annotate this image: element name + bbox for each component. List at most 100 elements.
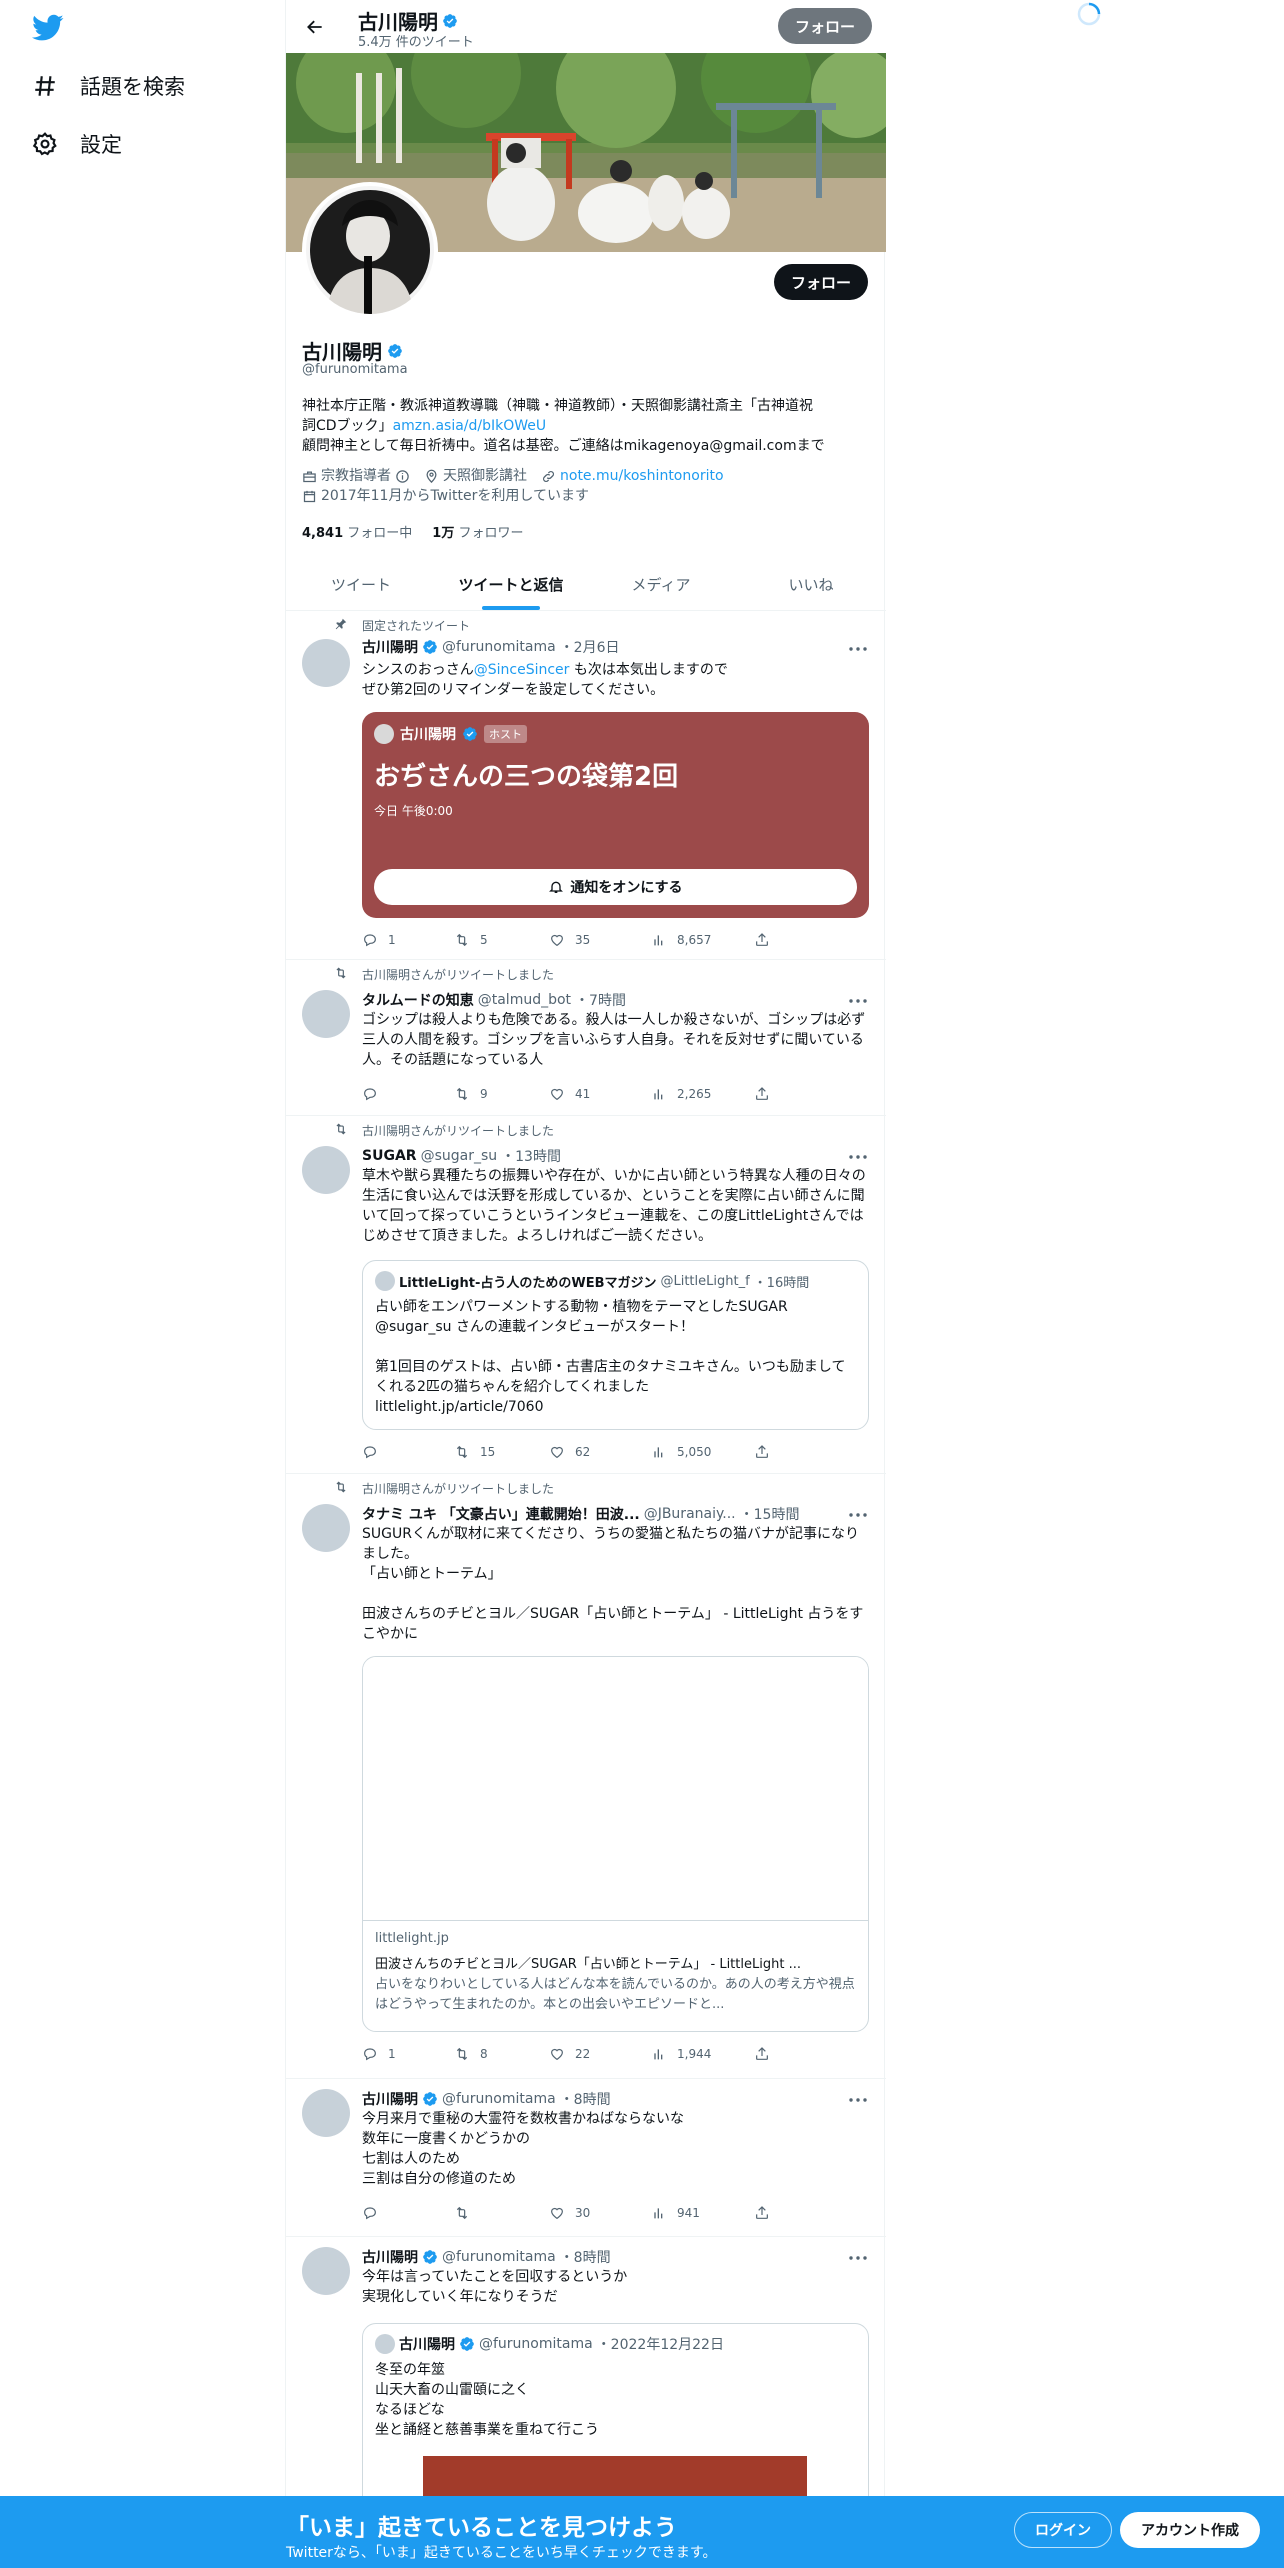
like-button[interactable]: 30 <box>549 2203 590 2223</box>
tweet-time[interactable]: ・8時間 <box>560 2089 611 2109</box>
following-link[interactable]: 4,841 フォロー中 <box>302 522 412 541</box>
reply-button[interactable]: 1 <box>362 930 396 950</box>
tweet-author-handle[interactable]: @talmud_bot <box>478 992 571 1008</box>
login-button[interactable]: ログイン <box>1014 2512 1112 2548</box>
tweet-author-handle[interactable]: @JBuranaiy... <box>644 1506 736 1522</box>
tweet-avatar[interactable] <box>302 990 350 1038</box>
tab-likes[interactable]: いいね <box>736 558 886 610</box>
tweet-avatar[interactable] <box>302 2247 350 2295</box>
share-button[interactable] <box>754 2203 770 2223</box>
share-button[interactable] <box>754 1084 770 1104</box>
like-button[interactable]: 62 <box>549 1442 590 1462</box>
tweet-time[interactable]: ・8時間 <box>560 2247 611 2267</box>
tweet-author-name[interactable]: SUGAR <box>362 1148 417 1164</box>
tweet-avatar[interactable] <box>302 2089 350 2137</box>
share-button[interactable] <box>754 1442 770 1462</box>
tweet-retweet-sugar[interactable]: 古川陽明さんがリツイートしました SUGAR @sugar_su ・13時間 草… <box>286 1116 886 1474</box>
views-button[interactable]: 5,050 <box>651 1442 711 1462</box>
tweet-author-name[interactable]: 古川陽明 <box>362 2247 418 2267</box>
heart-icon <box>549 1086 565 1102</box>
tweet-mention[interactable]: @SinceSincer <box>474 662 570 678</box>
more-options-icon[interactable] <box>848 2097 868 2103</box>
tweet-author-name[interactable]: タルムードの知恵 <box>362 990 474 1010</box>
profile-column: 古川陽明 5.4万 件のツイート フォロー フォロー 古川陽明 @furunom… <box>285 0 886 2568</box>
tweet-time[interactable]: ・7時間 <box>575 990 626 1010</box>
tweet-author-name[interactable]: 古川陽明 <box>362 2089 418 2109</box>
profile-follow-button[interactable]: フォロー <box>774 264 868 300</box>
tweet-author-name[interactable]: 古川陽明 <box>362 637 418 657</box>
tweet-time[interactable]: ・15時間 <box>740 1504 800 1524</box>
more-options-icon[interactable] <box>848 1512 868 1518</box>
bio-link[interactable]: amzn.asia/d/bIkOWeU <box>393 418 547 434</box>
views-button[interactable]: 8,657 <box>651 930 711 950</box>
profile-website-text[interactable]: note.mu/koshintonorito <box>560 466 724 486</box>
tweet-author-handle[interactable]: @furunomitama <box>442 2091 556 2107</box>
reply-button[interactable] <box>362 2203 388 2223</box>
tweet-retweet-talmud[interactable]: 古川陽明さんがリツイートしました タルムードの知恵 @talmud_bot ・7… <box>286 960 886 1116</box>
retweet-button[interactable]: 15 <box>454 1442 495 1462</box>
more-options-icon[interactable] <box>848 2255 868 2261</box>
views-count: 2,265 <box>677 1087 712 1101</box>
nav-explore[interactable]: 話題を検索 <box>32 66 185 106</box>
quote-tweet-card[interactable]: LittleLight-占う人のためのWEBマガジン @LittleLight_… <box>362 1260 869 1430</box>
tweet-author-handle[interactable]: @furunomitama <box>442 2249 556 2265</box>
reply-button[interactable] <box>362 1084 388 1104</box>
tab-tweets-and-replies[interactable]: ツイートと返信 <box>436 558 586 610</box>
retweet-context-text[interactable]: 古川陽明さんがリツイートしました <box>362 1122 554 1139</box>
link-preview-card[interactable]: littlelight.jp 田波さんちのチビとヨル／SUGAR「占い師とトーテ… <box>362 1656 869 2032</box>
back-arrow-icon[interactable] <box>298 12 332 42</box>
tweet-retweet-tanami[interactable]: 古川陽明さんがリツイートしました タナミ ユキ 「文豪占い」連載開始！田波...… <box>286 1474 886 2079</box>
views-chart-icon <box>651 2046 667 2062</box>
retweet-button[interactable]: 9 <box>454 1084 488 1104</box>
like-count: 30 <box>575 2206 591 2220</box>
tweet-author-name[interactable]: タナミ ユキ 「文豪占い」連載開始！田波... <box>362 1504 640 1524</box>
retweet-context-text[interactable]: 古川陽明さんがリツイートしました <box>362 966 554 983</box>
more-options-icon[interactable] <box>848 1154 868 1160</box>
space-card[interactable]: 古川陽明 ホスト おぢさんの三つの袋第2回 今日 午後0:00 通知をオンにする <box>362 712 869 918</box>
share-button[interactable] <box>754 2044 770 2064</box>
share-button[interactable] <box>754 930 770 950</box>
tweet-time[interactable]: ・2月6日 <box>560 637 620 657</box>
tweet-text: 今月来月で重秘の大霊符を数枚書かねばならないな 数年に一度書くかどうかの 七割は… <box>362 2111 684 2187</box>
retweet-context-text[interactable]: 古川陽明さんがリツイートしました <box>362 1480 554 1497</box>
views-button[interactable]: 1,944 <box>651 2044 711 2064</box>
quote-author-name: 古川陽明 <box>399 2337 455 2353</box>
space-notify-button[interactable]: 通知をオンにする <box>374 869 857 905</box>
header-follow-button[interactable]: フォロー <box>778 8 872 44</box>
signup-button[interactable]: アカウント作成 <box>1120 2512 1260 2548</box>
like-button[interactable]: 22 <box>549 2044 590 2064</box>
profile-website[interactable]: note.mu/koshintonorito <box>541 466 724 486</box>
retweet-button[interactable]: 8 <box>454 2044 488 2064</box>
tweet-header: 古川陽明 @furunomitama ・2月6日 <box>362 637 620 657</box>
tweet-author-handle[interactable]: @furunomitama <box>442 639 556 655</box>
profile-avatar[interactable] <box>302 182 438 318</box>
reply-button[interactable] <box>362 1442 388 1462</box>
views-chart-icon <box>651 1444 667 1460</box>
like-button[interactable]: 41 <box>549 1084 590 1104</box>
followers-link[interactable]: 1万 フォロワー <box>432 522 523 541</box>
like-button[interactable]: 35 <box>549 930 590 950</box>
profile-meta: 宗教指導者 天照御影講社 note.mu/koshintonorito 2017… <box>302 466 872 506</box>
link-preview-image[interactable] <box>363 1657 868 1921</box>
tweet-avatar[interactable] <box>302 1504 350 1552</box>
info-icon[interactable] <box>395 469 410 484</box>
reply-button[interactable]: 1 <box>362 2044 396 2064</box>
quote-text: 冬至の年筮 山天大畜の山雷頤に之く なるほどな 坐と誦経と慈善事業を重ねて行こう <box>375 2362 599 2438</box>
more-options-icon[interactable] <box>848 646 868 652</box>
tweet-avatar[interactable] <box>302 639 350 687</box>
twitter-logo-icon[interactable] <box>32 14 64 42</box>
retweet-button[interactable] <box>454 2203 480 2223</box>
share-icon <box>754 1086 770 1102</box>
views-button[interactable]: 941 <box>651 2203 700 2223</box>
tab-media[interactable]: メディア <box>586 558 736 610</box>
views-count: 8,657 <box>677 933 712 947</box>
nav-settings[interactable]: 設定 <box>32 124 122 164</box>
tweet-reifu[interactable]: 古川陽明 @furunomitama ・8時間 今月来月で重秘の大霊符を数枚書か… <box>286 2079 886 2237</box>
tweet-avatar[interactable] <box>302 1146 350 1194</box>
more-options-icon[interactable] <box>848 998 868 1004</box>
tab-tweets[interactable]: ツイート <box>286 558 436 610</box>
tweet-author-handle[interactable]: @sugar_su <box>421 1148 498 1164</box>
tweet-time[interactable]: ・13時間 <box>501 1146 561 1166</box>
views-button[interactable]: 2,265 <box>651 1084 711 1104</box>
retweet-button[interactable]: 5 <box>454 930 488 950</box>
